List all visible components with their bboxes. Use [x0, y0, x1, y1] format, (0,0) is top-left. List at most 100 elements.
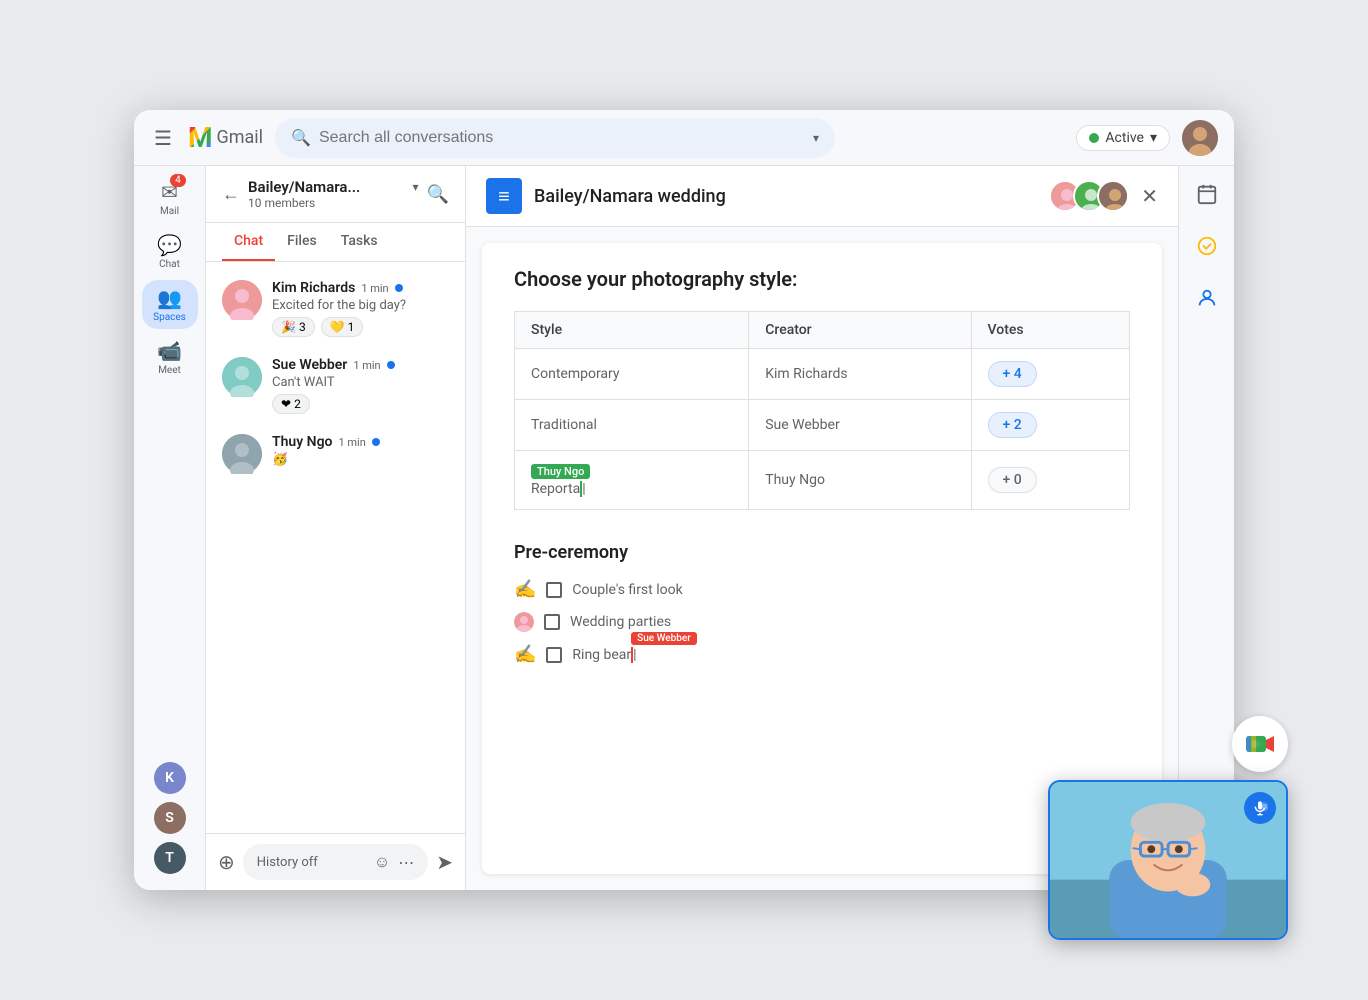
chat-search-icon[interactable]: 🔍	[427, 184, 449, 205]
style-text: Reporta|	[531, 481, 590, 497]
chat-label: Chat	[159, 259, 180, 270]
back-icon[interactable]: ←	[222, 184, 240, 205]
task-icon-1: ✍	[514, 579, 536, 600]
message-input-field[interactable]: History off ☺ ⋯	[243, 844, 428, 880]
votes-cell[interactable]: + 2	[971, 400, 1129, 451]
group-dropdown-icon[interactable]: ▾	[413, 180, 419, 194]
table-header-style: Style	[515, 312, 749, 349]
tab-files[interactable]: Files	[275, 223, 329, 261]
history-off-label: History off	[257, 855, 366, 870]
creator-cell: Sue Webber	[749, 400, 971, 451]
more-options-icon[interactable]: ⋯	[398, 853, 414, 872]
active-dropdown-arrow: ▾	[1150, 130, 1157, 146]
table-header-votes: Votes	[971, 312, 1129, 349]
gmail-text: Gmail	[216, 127, 263, 148]
creator-cell: Thuy Ngo	[749, 451, 971, 510]
search-bar[interactable]: 🔍 ▾	[275, 118, 835, 158]
menu-icon[interactable]: ☰	[150, 122, 176, 154]
tab-chat[interactable]: Chat	[222, 223, 275, 261]
nav-item-chat[interactable]: 💬 Chat	[142, 227, 198, 276]
msg-text-sue: Can't WAIT	[272, 375, 449, 390]
search-icon: 🔍	[291, 128, 311, 147]
search-input[interactable]	[319, 129, 805, 147]
table-row: Contemporary Kim Richards + 4	[515, 349, 1130, 400]
sidebar-tool-tasks[interactable]	[1187, 226, 1227, 266]
message-item[interactable]: Sue Webber 1 min Can't WAIT ❤ 2	[206, 347, 465, 424]
mail-badge-count: 4	[170, 174, 186, 187]
photography-section-title: Choose your photography style:	[514, 267, 1130, 291]
video-mic-button[interactable]	[1244, 792, 1276, 824]
nav-bottom-avatars: K S T	[154, 762, 186, 882]
mail-badge-container: ✉ 4	[161, 180, 178, 204]
checkbox-1[interactable]	[546, 582, 562, 598]
message-item[interactable]: Thuy Ngo 1 min 🥳	[206, 424, 465, 484]
msg-reactions-sue: ❤ 2	[272, 394, 449, 414]
nav-item-spaces[interactable]: 👥 Spaces	[142, 280, 198, 329]
mini-avatar-3[interactable]: T	[154, 842, 186, 874]
spaces-icon: 👥	[157, 286, 182, 310]
vote-button[interactable]: + 2	[988, 412, 1037, 438]
doc-collaborators	[1049, 180, 1129, 212]
video-thumbnail[interactable]	[1048, 780, 1288, 940]
msg-header-thuy: Thuy Ngo 1 min	[272, 434, 449, 450]
reaction-chip[interactable]: ❤ 2	[272, 394, 310, 414]
active-status-badge[interactable]: Active ▾	[1076, 125, 1170, 151]
sidebar-tool-calendar[interactable]	[1187, 174, 1227, 214]
spaces-label: Spaces	[153, 312, 186, 323]
msg-name-sue: Sue Webber	[272, 357, 347, 373]
close-doc-icon[interactable]: ✕	[1141, 184, 1158, 208]
sidebar-tool-contacts[interactable]	[1187, 278, 1227, 318]
mini-avatar-2[interactable]: S	[154, 802, 186, 834]
votes-cell[interactable]: + 4	[971, 349, 1129, 400]
style-cell: Contemporary	[515, 349, 749, 400]
tab-tasks[interactable]: Tasks	[329, 223, 390, 261]
meet-icon: 📹	[157, 339, 182, 363]
search-dropdown-icon[interactable]: ▾	[813, 131, 819, 145]
send-icon[interactable]: ➤	[436, 850, 453, 874]
nav-item-meet[interactable]: 📹 Meet	[142, 333, 198, 382]
mail-label: Mail	[160, 206, 179, 217]
msg-reactions-kim: 🎉 3 💛 1	[272, 317, 449, 337]
vote-button[interactable]: + 4	[988, 361, 1037, 387]
vote-button-inactive[interactable]: + 0	[988, 467, 1037, 493]
doc-icon: ≡	[486, 178, 522, 214]
checklist-item-3: ✍ Ring bear Sue Webber |	[514, 644, 1130, 665]
emoji-icon[interactable]: ☺	[374, 852, 390, 872]
msg-text-kim: Excited for the big day?	[272, 298, 449, 313]
checkbox-3[interactable]	[546, 647, 562, 663]
doc-title: Bailey/Namara wedding	[534, 186, 1037, 207]
msg-time-kim: 1 min	[361, 282, 388, 295]
checklist-text-2: Wedding parties	[570, 614, 671, 630]
msg-online-indicator-kim	[395, 284, 403, 292]
msg-time-sue: 1 min	[353, 359, 380, 372]
google-meet-icon[interactable]	[1232, 716, 1288, 772]
chat-icon: 💬	[157, 233, 182, 257]
msg-name-thuy: Thuy Ngo	[272, 434, 332, 450]
gmail-logo: M Gmail	[188, 121, 263, 154]
msg-online-indicator-sue	[387, 361, 395, 369]
add-attachment-icon[interactable]: ⊕	[218, 850, 235, 874]
left-nav: ✉ 4 Mail 💬 Chat 👥 Spaces 📹 Meet K S T	[134, 166, 206, 890]
mini-avatar-1[interactable]: K	[154, 762, 186, 794]
message-item[interactable]: Kim Richards 1 min Excited for the big d…	[206, 270, 465, 347]
msg-header-sue: Sue Webber 1 min	[272, 357, 449, 373]
chat-input-area: ⊕ History off ☺ ⋯ ➤	[206, 833, 465, 890]
checkbox-2[interactable]	[544, 614, 560, 630]
table-row: Thuy Ngo Reporta| Thuy Ngo + 0	[515, 451, 1130, 510]
nav-item-mail[interactable]: ✉ 4 Mail	[142, 174, 198, 223]
doc-header: ≡ Bailey/Namara wedding ✕	[466, 166, 1178, 227]
msg-online-indicator-thuy	[372, 438, 380, 446]
votes-cell[interactable]: + 0	[971, 451, 1129, 510]
chat-header: ← Bailey/Namara... ▾ 10 members 🔍	[206, 166, 465, 223]
reaction-chip[interactable]: 💛 1	[321, 317, 364, 337]
meet-label: Meet	[158, 365, 181, 376]
chat-messages: Kim Richards 1 min Excited for the big d…	[206, 262, 465, 833]
reaction-chip[interactable]: 🎉 3	[272, 317, 315, 337]
msg-avatar-thuy	[222, 434, 262, 474]
chat-group-title: Bailey/Namara...	[248, 178, 409, 196]
chat-subtitle: 10 members	[248, 196, 419, 210]
user-avatar[interactable]	[1182, 120, 1218, 156]
active-label: Active	[1105, 130, 1144, 146]
photography-table: Style Creator Votes Contemporary Kim Ric…	[514, 311, 1130, 510]
active-dot	[1089, 133, 1099, 143]
